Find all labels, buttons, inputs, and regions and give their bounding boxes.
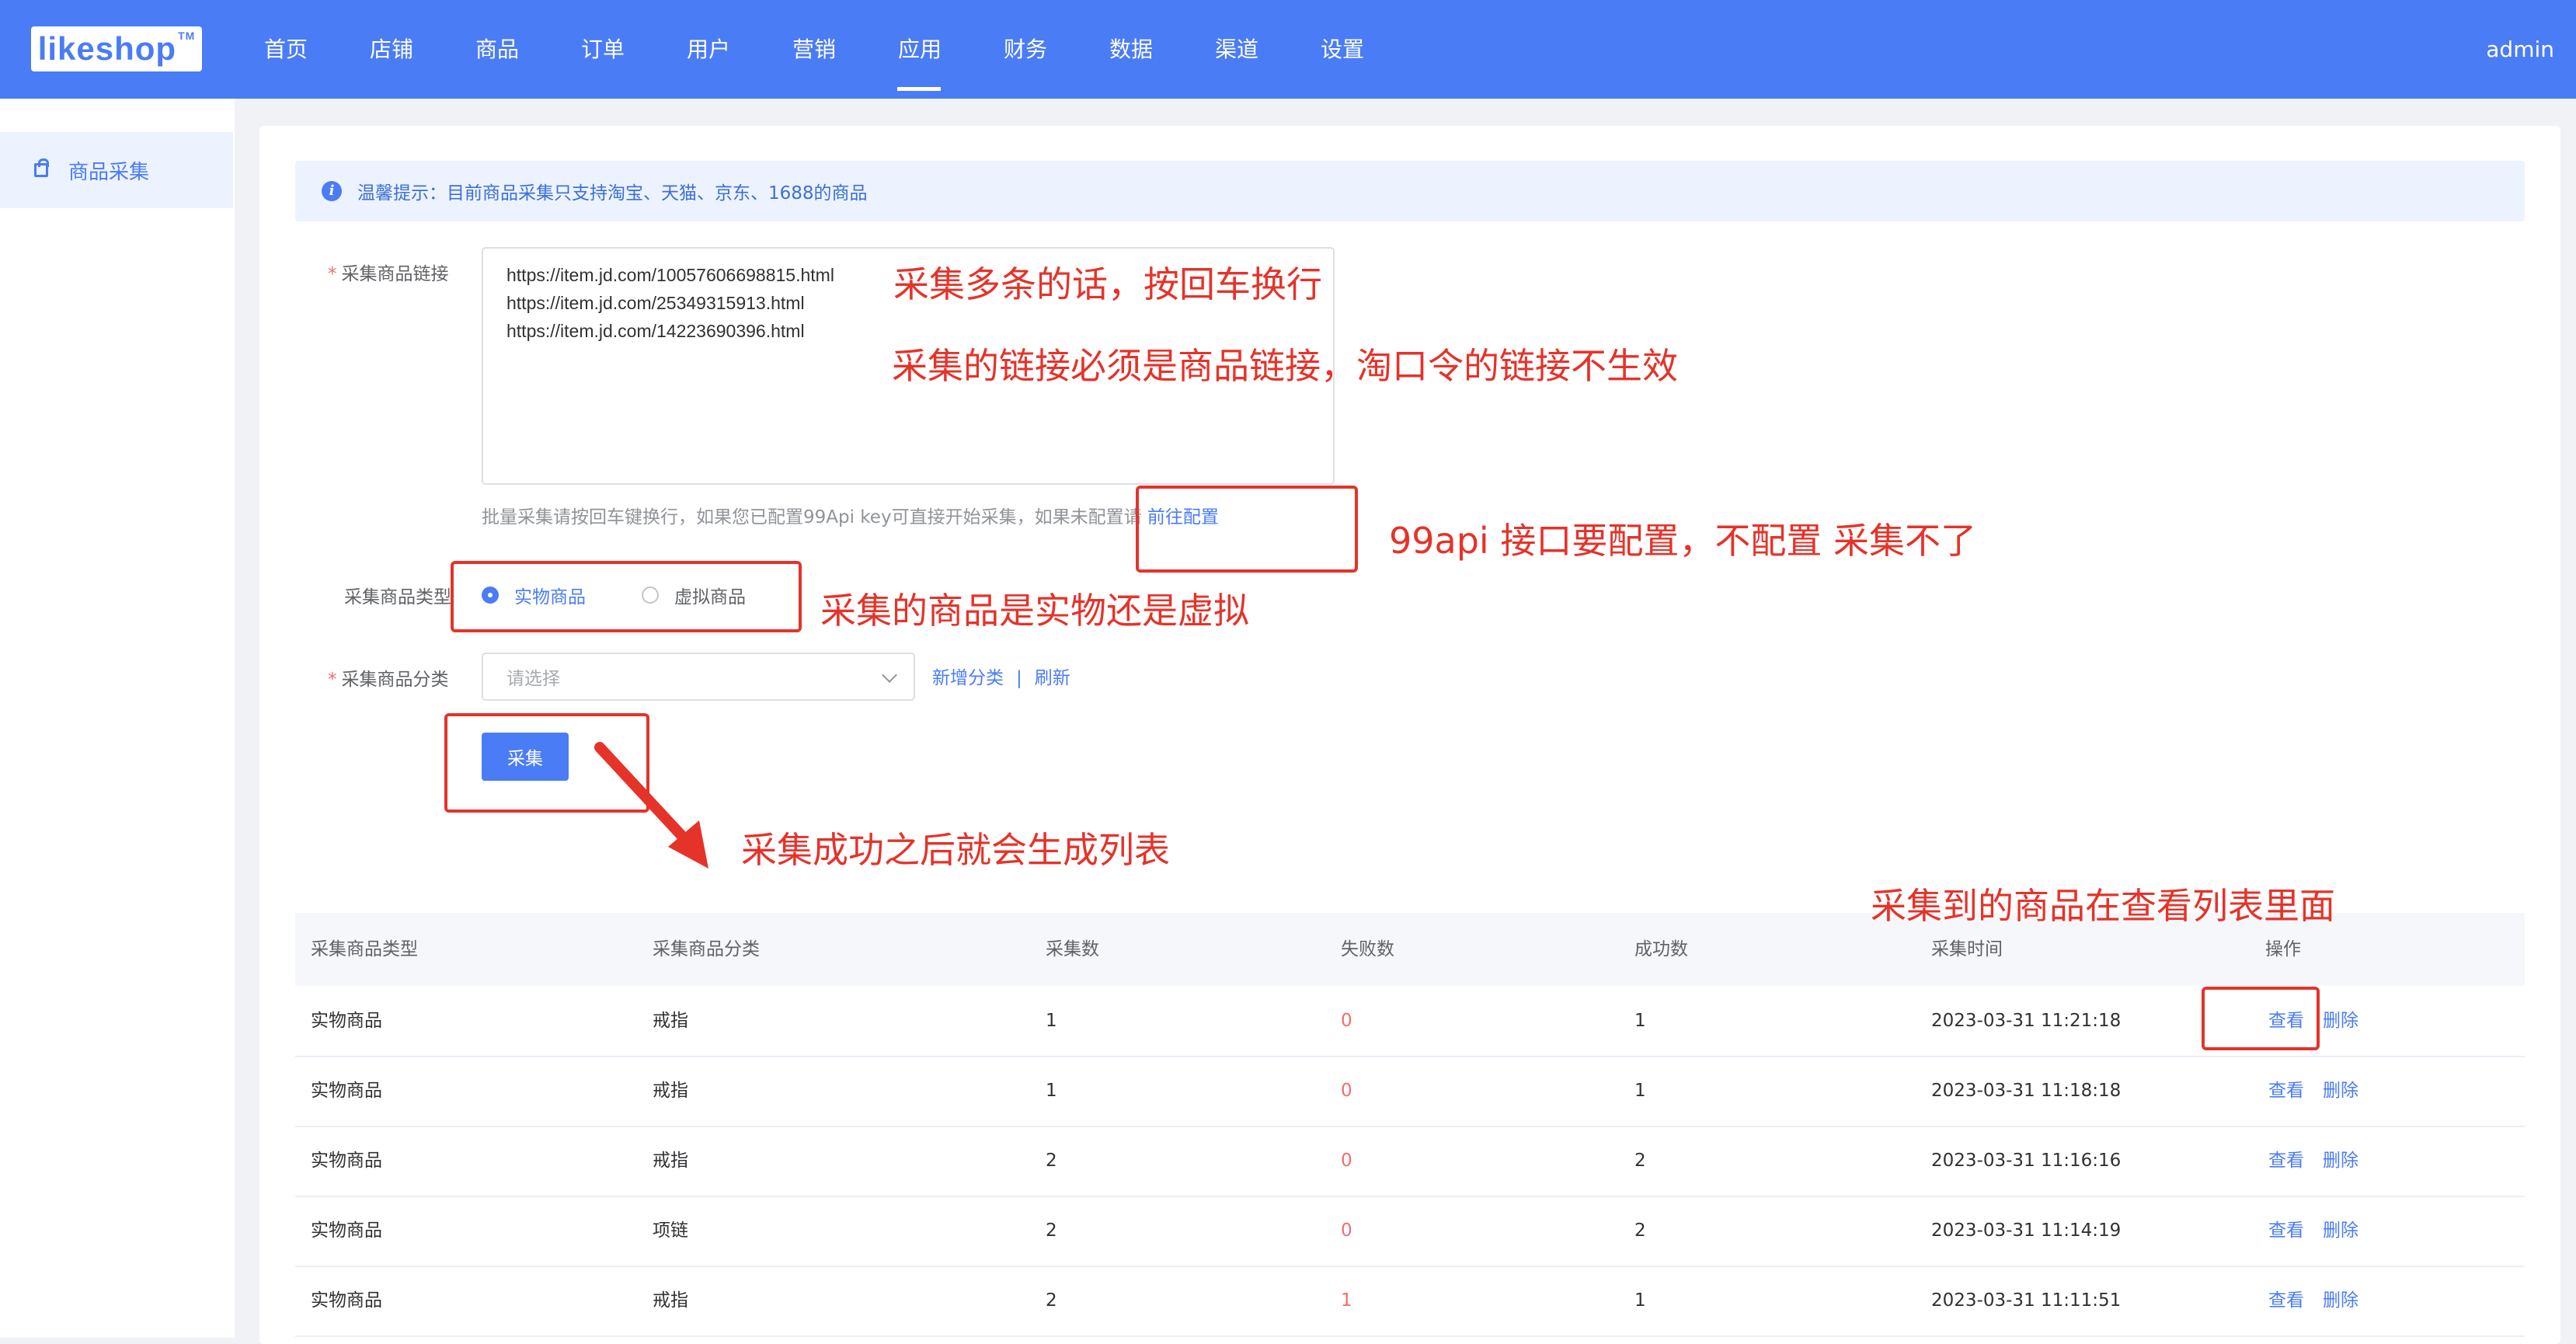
cell-category: 戒指: [653, 1290, 688, 1311]
logo-trademark: TM: [178, 30, 196, 42]
cell-count: 1: [1046, 1081, 1057, 1101]
category-label: * 采集商品分类: [328, 670, 449, 690]
cell-count: 1: [1046, 1011, 1057, 1031]
cell-type: 实物商品: [311, 1011, 382, 1031]
cell-success: 1: [1634, 1011, 1646, 1031]
cell-fail: 0: [1341, 1011, 1352, 1031]
cell-type: 实物商品: [311, 1220, 382, 1241]
nav-settings[interactable]: 设置: [1321, 0, 1364, 99]
table-row: 实物商品 戒指 2 0 2 2023-03-31 11:16:16 查看 删除: [295, 1126, 2525, 1197]
annotation-link-rule: 采集的链接必须是商品链接，淘口令的链接不生效: [892, 345, 1678, 387]
annotation-view-list: 采集到的商品在查看列表里面: [1871, 885, 2335, 927]
cell-time: 2023-03-31 11:14:19: [1931, 1220, 2122, 1241]
cell-type: 实物商品: [311, 1151, 382, 1171]
nav-finance[interactable]: 财务: [1004, 0, 1047, 99]
col-count: 采集数: [1046, 939, 1099, 959]
cell-success: 1: [1634, 1081, 1646, 1101]
nav-users[interactable]: 用户: [687, 0, 730, 99]
cell-type: 实物商品: [311, 1290, 382, 1311]
annotation-type: 采集的商品是实物还是虚拟: [820, 590, 1249, 632]
table-row: 实物商品 戒指 2 1 1 2023-03-31 11:11:51 查看 删除: [295, 1266, 2525, 1337]
required-mark: *: [328, 264, 337, 284]
cell-fail: 0: [1341, 1220, 1352, 1241]
annotation-after-collect: 采集成功之后就会生成列表: [741, 829, 1170, 871]
cell-success: 2: [1634, 1151, 1646, 1171]
cell-time: 2023-03-31 11:21:18: [1931, 1011, 2122, 1031]
annotation-box-config-link: [1136, 486, 1358, 573]
nav-marketing[interactable]: 营销: [792, 0, 836, 99]
cell-fail: 0: [1341, 1081, 1352, 1101]
active-nav-indicator: [897, 87, 941, 91]
sidebar-item-goods-collect[interactable]: 商品采集: [0, 132, 233, 208]
nav-data[interactable]: 数据: [1109, 0, 1153, 99]
top-navbar: likeshop TM 首页 店铺 商品 订单 用户 营销 应用 财务 数据 渠道…: [0, 0, 2576, 99]
view-link[interactable]: 查看: [2268, 1126, 2304, 1196]
nav-goods[interactable]: 商品: [475, 0, 519, 99]
cell-category: 项链: [653, 1220, 688, 1241]
delete-link[interactable]: 删除: [2323, 1056, 2358, 1126]
link-separator: |: [1016, 668, 1022, 688]
annotation-api-config: 99api 接口要配置，不配置 采集不了: [1389, 520, 1976, 562]
cell-success: 2: [1634, 1220, 1646, 1241]
table-row: 实物商品 戒指 1 0 1 2023-03-31 11:21:18 查看 删除: [295, 986, 2525, 1057]
info-icon: i: [322, 181, 342, 201]
annotation-arrow: [594, 742, 708, 869]
nav-shop[interactable]: 店铺: [370, 0, 413, 99]
view-link[interactable]: 查看: [2268, 1056, 2304, 1126]
table-row: 实物商品 项链 2 0 2 2023-03-31 11:14:19 查看 删除: [295, 1196, 2525, 1267]
cell-fail: 1: [1341, 1290, 1352, 1311]
view-link[interactable]: 查看: [2268, 1196, 2304, 1266]
annotation-box-view-link: [2202, 987, 2320, 1050]
add-category-link[interactable]: 新增分类: [932, 668, 1004, 688]
nav-home[interactable]: 首页: [264, 0, 308, 99]
cell-time: 2023-03-31 11:11:51: [1931, 1290, 2122, 1311]
nav-apps[interactable]: 应用: [898, 0, 942, 99]
nav-channels[interactable]: 渠道: [1215, 0, 1258, 99]
cell-type: 实物商品: [311, 1081, 382, 1101]
chevron-down-icon: [882, 667, 897, 683]
cell-fail: 0: [1341, 1151, 1352, 1171]
category-select[interactable]: 请选择: [482, 653, 915, 701]
link-label: * 采集商品链接: [328, 264, 449, 284]
delete-link[interactable]: 删除: [2323, 1126, 2358, 1196]
delete-link[interactable]: 删除: [2323, 986, 2358, 1056]
nav-orders[interactable]: 订单: [581, 0, 625, 99]
category-placeholder: 请选择: [506, 669, 560, 689]
cell-time: 2023-03-31 11:16:16: [1931, 1151, 2122, 1171]
app-logo[interactable]: likeshop TM: [31, 26, 202, 71]
col-type: 采集商品类型: [311, 939, 418, 959]
tip-banner: i 温馨提示：目前商品采集只支持淘宝、天猫、京东、1688的商品: [295, 161, 2525, 221]
col-success: 成功数: [1634, 939, 1688, 959]
cell-category: 戒指: [653, 1081, 688, 1101]
col-category: 采集商品分类: [653, 939, 760, 959]
cell-success: 1: [1634, 1290, 1646, 1311]
delete-link[interactable]: 删除: [2323, 1266, 2358, 1335]
cell-category: 戒指: [653, 1151, 688, 1171]
cell-count: 2: [1046, 1151, 1057, 1171]
category-actions: 新增分类 | 刷新: [932, 663, 1070, 689]
cell-count: 2: [1046, 1290, 1057, 1311]
view-link[interactable]: 查看: [2268, 1266, 2304, 1335]
type-label: 采集商品类型: [344, 587, 451, 608]
cell-category: 戒指: [653, 1011, 688, 1031]
delete-link[interactable]: 删除: [2323, 1196, 2358, 1266]
annotation-box-type-radio: [451, 561, 802, 632]
logo-text: likeshop: [37, 30, 177, 67]
cell-count: 2: [1046, 1220, 1057, 1241]
table-row: 实物商品 戒指 1 0 1 2023-03-31 11:18:18 查看 删除: [295, 1056, 2525, 1127]
shopping-bag-icon: [34, 158, 49, 177]
cell-time: 2023-03-31 11:18:18: [1931, 1081, 2122, 1101]
sidebar: 商品采集: [0, 99, 235, 1338]
col-fail: 失败数: [1341, 939, 1394, 959]
collect-hint: 批量采集请按回车键换行，如果您已配置99Api key可直接开始采集，如果未配置…: [482, 507, 1219, 528]
annotation-multi-line: 采集多条的话，按回车换行: [893, 263, 1322, 305]
sidebar-item-label: 商品采集: [68, 160, 150, 184]
refresh-link[interactable]: 刷新: [1035, 668, 1070, 688]
required-mark: *: [328, 670, 337, 690]
user-menu[interactable]: admin: [2486, 0, 2554, 99]
tip-text: 温馨提示：目前商品采集只支持淘宝、天猫、京东、1688的商品: [357, 183, 868, 204]
